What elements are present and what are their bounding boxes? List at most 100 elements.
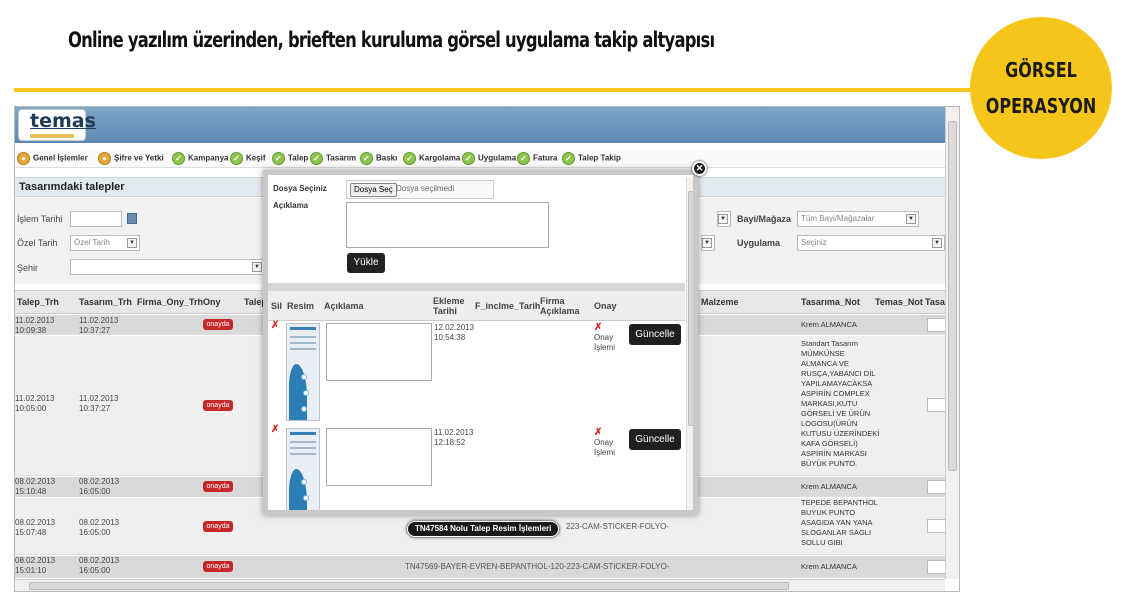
- col-malzeme[interactable]: Malzeme: [701, 297, 739, 307]
- calendar-icon[interactable]: [127, 213, 137, 224]
- chevron-down-icon: ▼: [127, 238, 137, 248]
- cell-note: TEPEDE BEPANTHOL BUYUK PUNTO ASAGIDA YAN…: [801, 498, 878, 547]
- cell-note: Krem ALMANCA: [801, 562, 857, 571]
- col-ekleme-tarihi: Ekleme Tarihi: [433, 296, 465, 316]
- thumbnail-text: [290, 453, 316, 455]
- menu-sifre-yetki[interactable]: ● Şifre ve Yetki: [98, 152, 164, 166]
- design-thumbnail[interactable]: [286, 323, 320, 421]
- menu-kesif[interactable]: ✓ Keşif: [230, 152, 266, 166]
- row-aciklama-textarea[interactable]: [326, 323, 432, 381]
- image-upload-modal: Dosya Seçiniz Dosya Seç Dosya seçilmedi …: [263, 170, 698, 515]
- check-icon: ✓: [562, 152, 575, 165]
- filter-select-right[interactable]: ▼: [717, 211, 731, 227]
- close-icon[interactable]: ✕: [692, 161, 707, 176]
- guncelle-button[interactable]: Güncelle: [629, 429, 681, 450]
- onay-x-icon: ✗: [594, 322, 603, 333]
- check-icon: ✓: [462, 152, 475, 165]
- ekleme-tarihi-value: 11.02.2013 12:18:52: [434, 428, 474, 447]
- dosya-label: Dosya Seçiniz: [273, 184, 327, 193]
- menu-baski[interactable]: ✓ Baskı: [360, 152, 397, 166]
- operation-badge: GÖRSEL OPERASYON: [970, 17, 1112, 159]
- choose-file-button[interactable]: Dosya Seç: [350, 183, 397, 197]
- col-firma-ony-trh[interactable]: Firma_Ony_Trh: [137, 297, 203, 307]
- col-temas-not[interactable]: Temas_Not: [875, 297, 923, 307]
- upload-button[interactable]: Yükle: [347, 253, 385, 273]
- thumbnail-text: [290, 336, 316, 338]
- chevron-down-icon: ▼: [252, 262, 262, 272]
- menu-tasarim[interactable]: ✓ Tasarım: [310, 152, 356, 166]
- cell-talep-trh: 11.02.2013 10:09:38: [15, 316, 55, 335]
- onay-islemi-link[interactable]: Onay İşlemi: [594, 333, 624, 353]
- table-row[interactable]: 08.02.2013 15:01:10 08.02.2013 16:05:00 …: [15, 556, 947, 578]
- col-onay: Onay: [594, 301, 617, 311]
- thumbnail-figure: [289, 469, 307, 510]
- key-icon: ●: [98, 152, 111, 165]
- status-badge: onayda: [203, 319, 233, 330]
- thumbnail-dot: [303, 390, 309, 396]
- menu-talep[interactable]: ✓ Talep: [272, 152, 308, 166]
- col-resim: Resim: [287, 301, 315, 311]
- menu-label: Kargolama: [419, 153, 461, 163]
- aciklama-textarea[interactable]: [346, 202, 549, 248]
- check-icon: ✓: [360, 152, 373, 165]
- cell-talep-trh: 08.02.2013 15:10:48: [15, 477, 56, 496]
- temas-not-input[interactable]: [927, 398, 947, 412]
- thumbnail-text: [290, 441, 316, 443]
- menu-fatura[interactable]: ✓ Fatura: [517, 152, 557, 166]
- bayi-magaza-select[interactable]: Tüm Bayi/Mağazalar ▼: [797, 211, 919, 227]
- col-talep-trh[interactable]: Talep_Trh: [17, 297, 59, 307]
- scrollbar-thumb[interactable]: [948, 121, 957, 471]
- col-aciklama: Açıklama: [324, 301, 364, 311]
- menu-talep-takip[interactable]: ✓ Talep Takip: [562, 152, 621, 166]
- logo[interactable]: temas: [18, 109, 96, 141]
- ozel-tarih-select[interactable]: Özel Tarih ▼: [70, 235, 140, 251]
- cell-tasarim-trh: 11.02.2013 10:37:27: [79, 394, 119, 413]
- menu-label: Keşif: [246, 153, 266, 163]
- col-tasarim-trh[interactable]: Tasarım_Trh: [79, 297, 132, 307]
- temas-not-input[interactable]: [927, 519, 947, 533]
- menu-uygulama[interactable]: ✓ Uygulama: [462, 152, 516, 166]
- menu-kargolama[interactable]: ✓ Kargolama: [403, 152, 460, 166]
- onay-islemi-link[interactable]: Onay İşlemi: [594, 438, 624, 458]
- vertical-scrollbar[interactable]: [945, 107, 959, 579]
- delete-icon[interactable]: ✗: [271, 424, 279, 435]
- scrollbar-thumb[interactable]: [688, 191, 693, 426]
- sehir-select[interactable]: ▼: [70, 259, 265, 275]
- onay-x-icon: ✗: [594, 427, 603, 438]
- horizontal-scrollbar[interactable]: [15, 579, 945, 591]
- col-tasarima-not[interactable]: Tasarıma_Not: [801, 297, 860, 307]
- delete-icon[interactable]: ✗: [271, 320, 279, 331]
- status-badge: onayda: [203, 481, 233, 492]
- temas-not-input[interactable]: [927, 560, 947, 574]
- design-thumbnail[interactable]: [286, 428, 320, 510]
- scrollbar-thumb[interactable]: [29, 582, 789, 590]
- cell-note: Krem ALMANCA: [801, 320, 857, 329]
- aciklama-label: Açıklama: [273, 201, 309, 210]
- bayi-magaza-value: Tüm Bayi/Mağazalar: [801, 214, 875, 223]
- cell-note: Standart Tasarım MÜMKÜNSE ALMANCA VE RUS…: [801, 339, 880, 468]
- uygulama-select[interactable]: Seçiniz ▼: [797, 235, 945, 251]
- cell-note: Krem ALMANCA: [801, 482, 857, 491]
- thumbnail-text: [290, 348, 316, 350]
- filter-label-uygulama: Uygulama: [737, 238, 781, 248]
- filter-select-right-2[interactable]: ▼: [701, 235, 715, 251]
- temas-not-input[interactable]: [927, 480, 947, 494]
- menu-genel-islemler[interactable]: ● Genel İşlemler: [17, 152, 88, 166]
- filter-label-bayi-magaza: Bayi/Mağaza: [737, 214, 792, 224]
- status-badge: onayda: [203, 561, 233, 572]
- menu-kampanya[interactable]: ✓ Kampanya: [172, 152, 228, 166]
- menu-label: Kampanya: [188, 153, 229, 163]
- modal-caption: TN47584 Nolu Talep Resim İşlemleri: [407, 521, 560, 537]
- filter-label-ozel-tarih: Özel Tarih: [17, 238, 58, 248]
- menu-label: Talep Takip: [578, 153, 621, 163]
- row-aciklama-textarea[interactable]: [326, 428, 432, 486]
- badge-line-2: OPERASYON: [985, 94, 1097, 118]
- col-sil: Sil: [271, 301, 283, 311]
- col-ony[interactable]: Ony: [203, 297, 221, 307]
- ekleme-tarihi-value: 12.02.2013 10:54:38: [434, 323, 475, 342]
- modal-scrollbar[interactable]: [686, 177, 693, 510]
- temas-not-input[interactable]: [927, 318, 947, 332]
- islem-tarihi-input[interactable]: [70, 211, 122, 227]
- cell-talep-text: TN47569-BAYER-EVREN-BEPANTHOL-120-223-CA…: [405, 562, 670, 571]
- guncelle-button[interactable]: Güncelle: [629, 324, 681, 345]
